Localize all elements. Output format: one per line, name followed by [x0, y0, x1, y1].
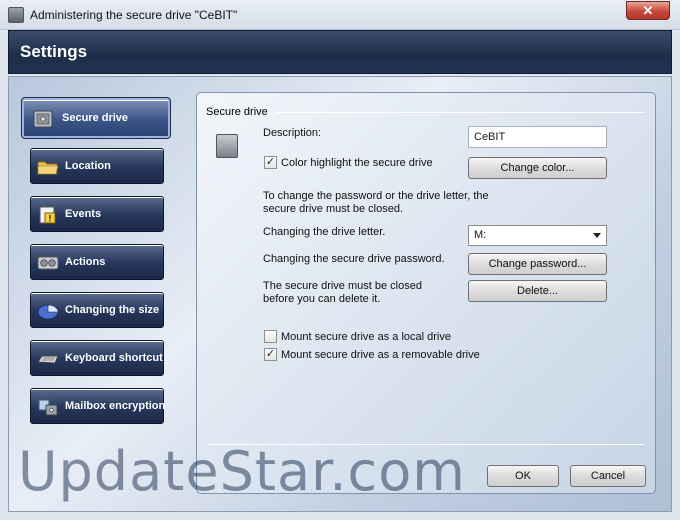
- folder-icon: [37, 161, 59, 175]
- color-highlight-label: Color highlight the secure drive: [281, 157, 433, 169]
- svg-text:!: !: [49, 214, 52, 224]
- password-label: Changing the secure drive password.: [263, 253, 445, 265]
- cancel-button[interactable]: Cancel: [570, 465, 646, 487]
- group-divider: [276, 112, 644, 113]
- keyboard-icon: [37, 355, 59, 364]
- nav-label: Keyboard shortcut: [65, 352, 163, 364]
- mount-removable-checkbox[interactable]: ✓: [264, 348, 277, 361]
- title-bar: Administering the secure drive "CeBIT" ✕: [0, 0, 680, 30]
- nav-keyboard-shortcut[interactable]: Keyboard shortcut: [30, 340, 164, 376]
- gears-icon: [37, 256, 59, 270]
- window-title: Administering the secure drive "CeBIT": [30, 8, 238, 22]
- delete-button[interactable]: Delete...: [468, 280, 607, 302]
- mount-local-label: Mount secure drive as a local drive: [281, 331, 451, 343]
- nav-actions[interactable]: Actions: [30, 244, 164, 280]
- color-highlight-checkbox[interactable]: ✓: [264, 156, 277, 169]
- delete-label: The secure drive must be closed before y…: [263, 280, 422, 305]
- drive-letter-select[interactable]: M:: [468, 225, 607, 246]
- app-icon: [8, 7, 24, 23]
- close-button[interactable]: ✕: [626, 1, 670, 20]
- change-color-button[interactable]: Change color...: [468, 157, 607, 179]
- drive-letter-value: M:: [474, 229, 487, 241]
- info-text: To change the password or the drive lett…: [263, 190, 489, 215]
- nav-events[interactable]: ! Events: [30, 196, 164, 232]
- nav-label: Mailbox encryption: [65, 400, 166, 412]
- nav-secure-drive[interactable]: Secure drive: [21, 97, 171, 139]
- nav-label: Actions: [65, 256, 106, 268]
- nav-label: Events: [65, 208, 102, 220]
- description-label: Description:: [263, 127, 322, 139]
- chevron-down-icon: [593, 233, 601, 238]
- nav-label: Secure drive: [62, 112, 129, 124]
- mount-removable-label: Mount secure drive as a removable drive: [281, 349, 480, 361]
- nav-changing-size[interactable]: Changing the size: [30, 292, 164, 328]
- page-title: Settings: [20, 42, 88, 61]
- mailbox-icon: [38, 399, 58, 416]
- pie-icon: [37, 304, 59, 320]
- drive-letter-label: Changing the drive letter.: [263, 226, 386, 238]
- change-password-button[interactable]: Change password...: [468, 253, 607, 275]
- nav-location[interactable]: Location: [30, 148, 164, 184]
- description-input[interactable]: CeBIT: [468, 126, 607, 148]
- nav-label: Location: [65, 160, 111, 172]
- nav-mailbox-encryption[interactable]: Mailbox encryption: [30, 388, 166, 424]
- group-title: Secure drive: [206, 106, 268, 118]
- nav-label: Changing the size: [65, 304, 160, 316]
- settings-header: Settings: [8, 30, 672, 74]
- safe-icon: [216, 134, 238, 158]
- events-icon: !: [39, 206, 56, 224]
- safe-icon: [33, 110, 53, 128]
- ok-button[interactable]: OK: [487, 465, 559, 487]
- watermark: UpdateStar.com: [18, 440, 466, 503]
- mount-local-checkbox[interactable]: [264, 330, 277, 343]
